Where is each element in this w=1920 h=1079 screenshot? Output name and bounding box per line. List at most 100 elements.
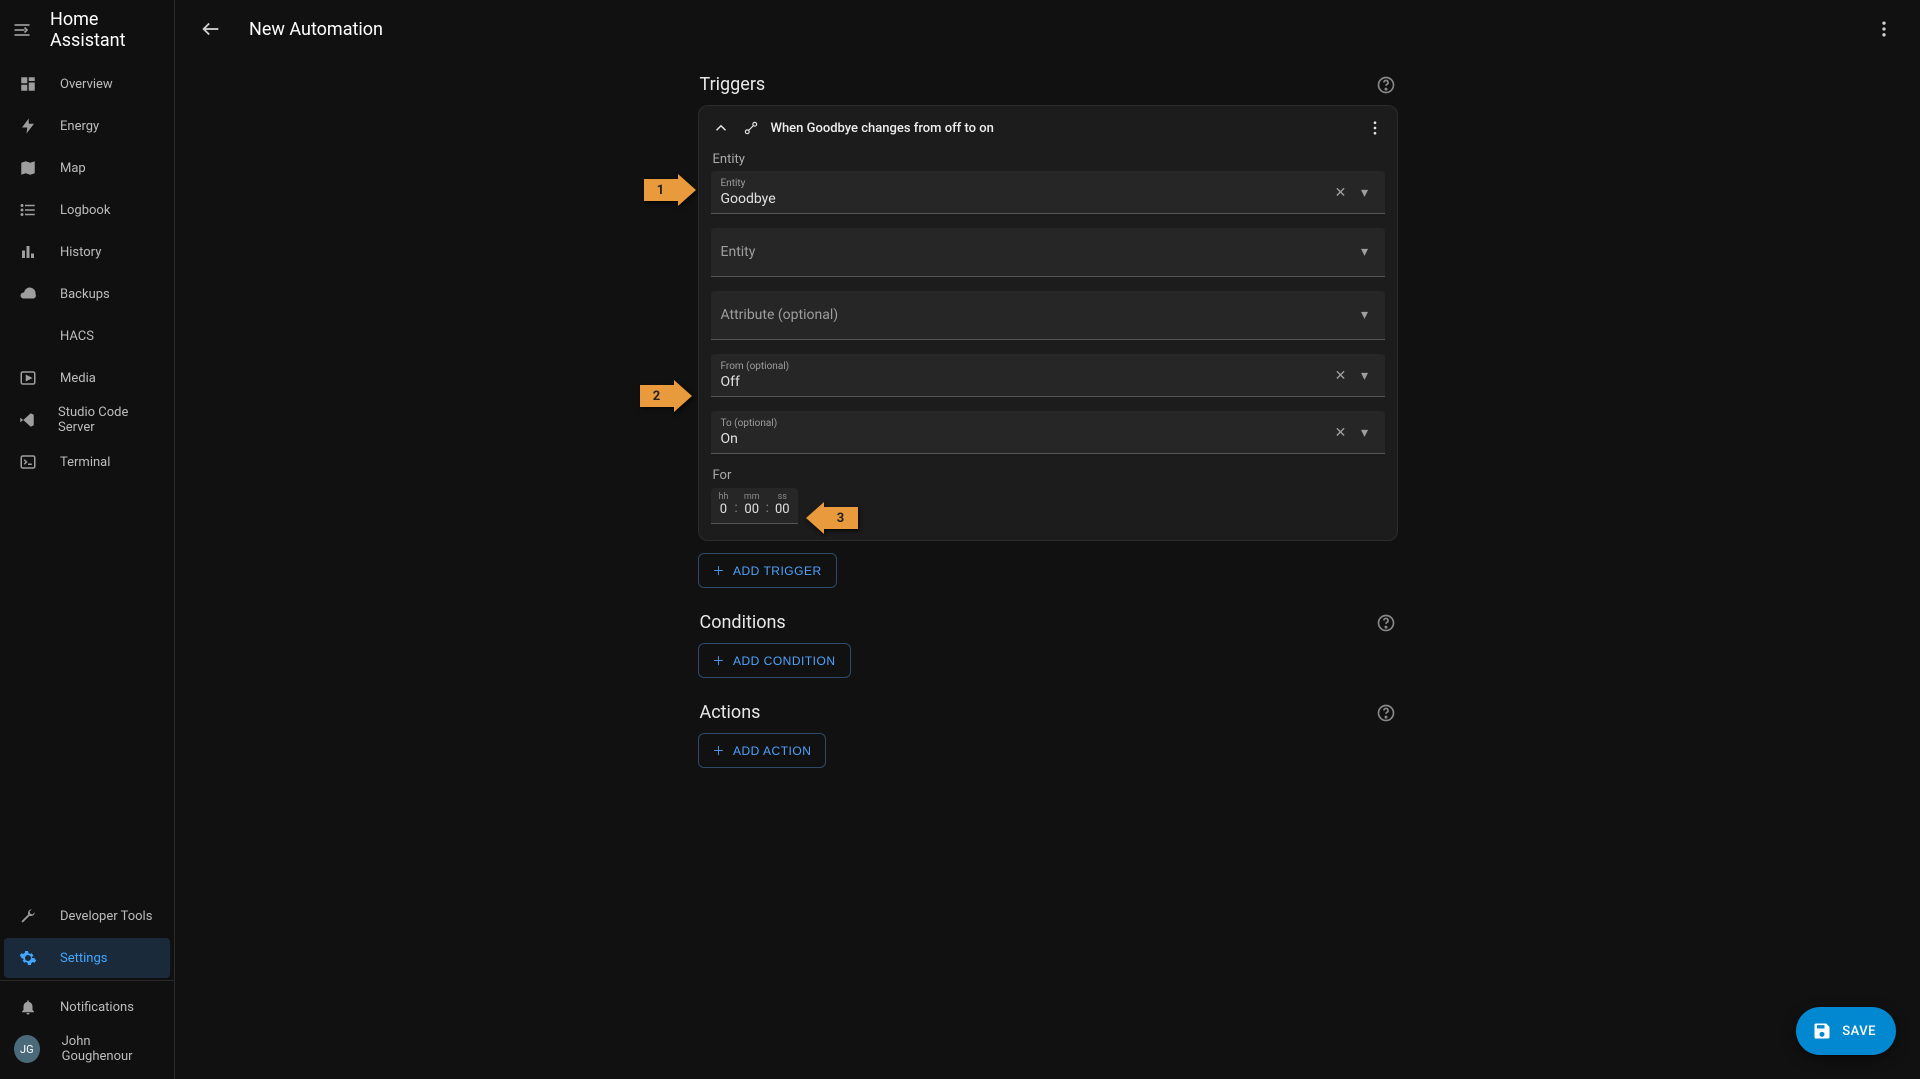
list-icon — [18, 200, 38, 220]
chevron-down-icon[interactable]: ▾ — [1355, 366, 1375, 386]
avatar: JG — [14, 1035, 40, 1063]
hacs-icon — [18, 326, 38, 346]
chevron-down-icon[interactable]: ▾ — [1355, 305, 1375, 325]
sidebar-item-hacs[interactable]: HACS — [4, 316, 170, 356]
save-button[interactable]: SAVE — [1796, 1007, 1896, 1055]
clear-icon[interactable]: ✕ — [1331, 366, 1351, 386]
duration-mm: 00 — [744, 502, 759, 517]
map-icon — [18, 158, 38, 178]
entity-input-2[interactable]: Entity ▾ — [711, 228, 1385, 277]
overflow-menu-button[interactable] — [1866, 11, 1902, 47]
user-name-label: John Goughenour — [62, 1034, 156, 1064]
sidebar-item-studio-code[interactable]: Studio Code Server — [4, 400, 170, 440]
entity-float-label: Entity — [721, 179, 1331, 189]
bell-icon — [18, 997, 38, 1017]
section-title: Actions — [700, 702, 761, 723]
sidebar-item-label: HACS — [60, 329, 94, 344]
sidebar-item-terminal[interactable]: Terminal — [4, 442, 170, 482]
sidebar-item-developer-tools[interactable]: Developer Tools — [4, 896, 170, 936]
to-value: On — [721, 431, 1331, 447]
sidebar-item-user[interactable]: JG John Goughenour — [4, 1029, 170, 1069]
section-title: Conditions — [700, 612, 786, 633]
from-input[interactable]: From (optional) Off ✕ ▾ — [711, 354, 1385, 397]
duration-hh: 0 — [720, 502, 727, 517]
sidebar-item-settings[interactable]: Settings — [4, 938, 170, 978]
section-header-actions: Actions — [698, 696, 1398, 733]
sidebar-item-history[interactable]: History — [4, 232, 170, 272]
bolt-icon — [18, 116, 38, 136]
entity-section-label: Entity — [713, 152, 1385, 167]
section-header-conditions: Conditions — [698, 606, 1398, 643]
trigger-summary: When Goodbye changes from off to on — [771, 121, 994, 136]
vscode-icon — [18, 410, 36, 430]
topbar: New Automation — [175, 0, 1920, 58]
sidebar-item-energy[interactable]: Energy — [4, 106, 170, 146]
section-title: Triggers — [700, 74, 766, 95]
section-header-triggers: Triggers — [698, 68, 1398, 105]
entity-value: Goodbye — [721, 191, 1331, 207]
annotation-arrow-2: 2 — [640, 380, 692, 412]
chart-icon — [18, 242, 38, 262]
to-input[interactable]: To (optional) On ✕ ▾ — [711, 411, 1385, 454]
sidebar-item-label: Settings — [60, 951, 107, 966]
for-label: For — [713, 468, 1385, 483]
duration-ss: 00 — [775, 502, 790, 517]
back-button[interactable] — [193, 11, 229, 47]
attribute-input[interactable]: Attribute (optional) ▾ — [711, 291, 1385, 340]
duration-input[interactable]: hh0 : mm00 : ss00 — [711, 488, 798, 524]
trigger-overflow-button[interactable] — [1365, 118, 1385, 138]
entity2-placeholder: Entity — [721, 244, 756, 260]
sidebar-item-label: Developer Tools — [60, 909, 152, 924]
dashboard-icon — [18, 74, 38, 94]
gear-icon — [18, 948, 38, 968]
entity-input[interactable]: Entity Goodbye ✕ ▾ — [711, 171, 1385, 214]
play-icon — [18, 368, 38, 388]
plus-icon: ＋ — [713, 652, 726, 669]
menu-collapse-icon[interactable] — [12, 20, 32, 40]
sidebar-header: Home Assistant — [0, 0, 174, 60]
plus-icon: ＋ — [713, 742, 726, 759]
sidebar-item-label: Energy — [60, 119, 99, 134]
sidebar-item-map[interactable]: Map — [4, 148, 170, 188]
app-title: Home Assistant — [50, 9, 162, 51]
sidebar-footer: Notifications JG John Goughenour — [0, 980, 174, 1079]
chevron-down-icon[interactable]: ▾ — [1355, 423, 1375, 443]
add-action-button[interactable]: ＋ ADD ACTION — [698, 733, 827, 768]
add-condition-button[interactable]: ＋ ADD CONDITION — [698, 643, 851, 678]
sidebar-item-logbook[interactable]: Logbook — [4, 190, 170, 230]
sidebar-item-overview[interactable]: Overview — [4, 64, 170, 104]
state-icon — [741, 118, 761, 138]
collapse-icon[interactable] — [711, 118, 731, 138]
attribute-placeholder: Attribute (optional) — [721, 307, 839, 323]
wrench-icon — [18, 906, 38, 926]
sidebar-item-label: Studio Code Server — [58, 405, 156, 435]
sidebar-bottom-nav: Developer Tools Settings — [0, 896, 174, 980]
chevron-down-icon[interactable]: ▾ — [1355, 183, 1375, 203]
annotation-arrow-1: 1 — [644, 174, 696, 206]
save-icon — [1812, 1021, 1832, 1041]
sidebar-item-media[interactable]: Media — [4, 358, 170, 398]
terminal-icon — [18, 452, 38, 472]
sidebar-item-label: Terminal — [60, 455, 110, 470]
sidebar-item-label: Logbook — [60, 203, 110, 218]
help-icon[interactable] — [1376, 703, 1396, 723]
sidebar-item-label: Overview — [60, 77, 113, 92]
chevron-down-icon[interactable]: ▾ — [1355, 242, 1375, 262]
sidebar-nav: Overview Energy Map Logbook History Back… — [0, 60, 174, 896]
help-icon[interactable] — [1376, 613, 1396, 633]
page-title: New Automation — [249, 19, 383, 40]
help-icon[interactable] — [1376, 75, 1396, 95]
clear-icon[interactable]: ✕ — [1331, 423, 1351, 443]
plus-icon: ＋ — [713, 562, 726, 579]
from-float-label: From (optional) — [721, 362, 1331, 372]
sidebar-item-notifications[interactable]: Notifications — [4, 987, 170, 1027]
sidebar-item-label: Map — [60, 161, 86, 176]
add-trigger-button[interactable]: ＋ ADD TRIGGER — [698, 553, 837, 588]
cloud-icon — [18, 284, 38, 304]
sidebar-item-label: Notifications — [60, 1000, 134, 1015]
from-value: Off — [721, 374, 1331, 390]
clear-icon[interactable]: ✕ — [1331, 183, 1351, 203]
to-float-label: To (optional) — [721, 419, 1331, 429]
sidebar-item-label: Media — [60, 371, 96, 386]
sidebar-item-backups[interactable]: Backups — [4, 274, 170, 314]
